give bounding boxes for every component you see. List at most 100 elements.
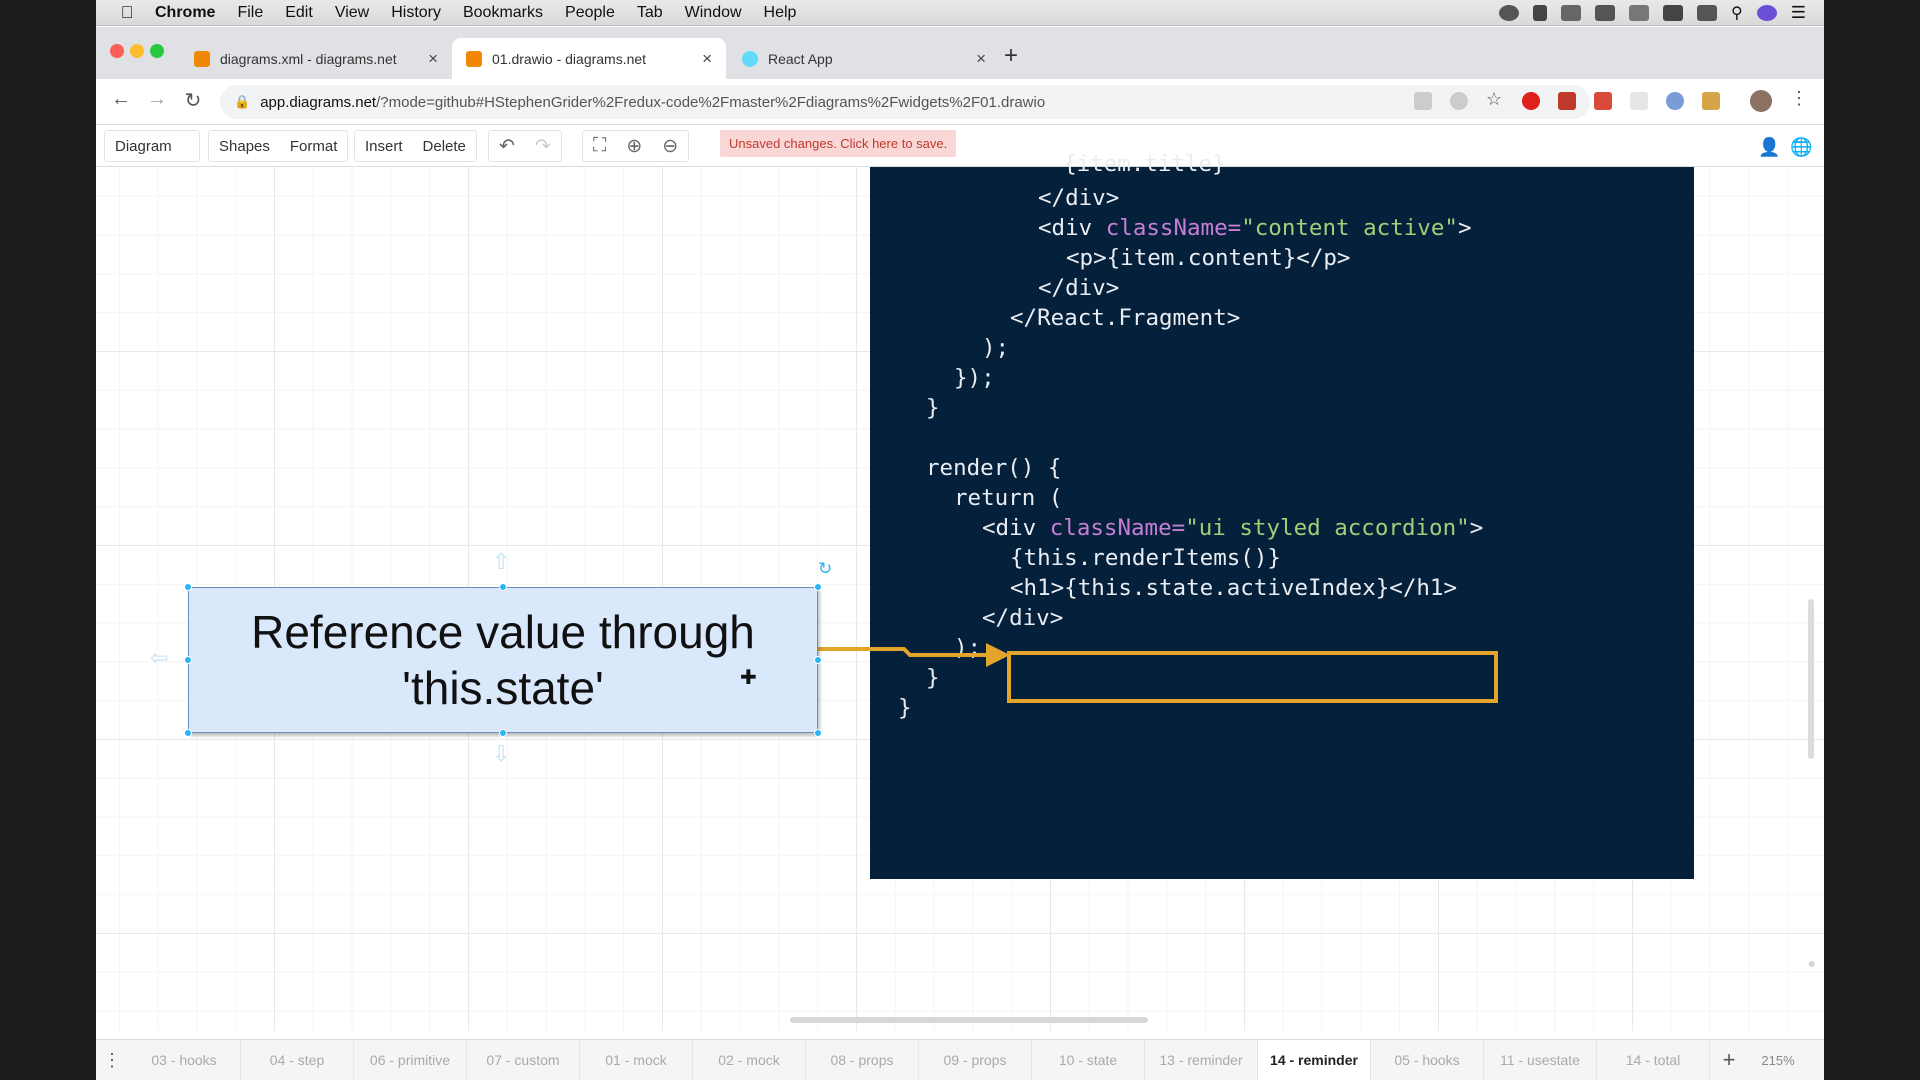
new-tab-button[interactable]: + (1004, 42, 1018, 70)
lock-icon[interactable]: 🔒 (234, 94, 250, 110)
user-icon[interactable]: 👤 (1758, 137, 1780, 158)
star-icon[interactable]: ☆ (1486, 89, 1504, 109)
undo-icon[interactable]: ↶ (499, 135, 515, 158)
notification-center-icon[interactable]: ☰ (1791, 3, 1806, 23)
page-tab[interactable]: 10 - state (1032, 1039, 1145, 1080)
shapes-button[interactable]: Shapes (219, 138, 270, 155)
zoom-out-icon[interactable]: ⊖ (662, 135, 678, 158)
zoom-level[interactable]: 215% (1748, 1053, 1808, 1068)
diagram-menu-group: Diagram (104, 130, 200, 162)
siri-icon[interactable] (1756, 5, 1777, 21)
status-app-icon[interactable] (1499, 5, 1520, 21)
page-tab[interactable]: 11 - usestate (1484, 1039, 1597, 1080)
vertical-scrollbar[interactable] (1808, 599, 1814, 759)
delete-button[interactable]: Delete (423, 138, 466, 155)
cursor-icon[interactable] (1533, 5, 1548, 21)
menu-app-name[interactable]: Chrome (144, 4, 226, 22)
tab-react-app[interactable]: React App × (728, 38, 1000, 79)
reference-value-label-box[interactable]: Reference value through 'this.state' (188, 587, 818, 733)
page-tab[interactable]: 13 - reminder (1145, 1039, 1258, 1080)
page-tab[interactable]: 01 - mock (580, 1039, 693, 1080)
tab-close-icon[interactable]: × (702, 49, 712, 69)
code-line: } (926, 395, 940, 421)
unsaved-changes-banner[interactable]: Unsaved changes. Click here to save. (720, 130, 957, 157)
insert-button[interactable]: Insert (365, 138, 403, 155)
page-tab[interactable]: 07 - custom (467, 1039, 580, 1080)
glasses-icon[interactable] (1561, 5, 1582, 21)
resize-handle[interactable] (814, 583, 822, 591)
menu-help[interactable]: Help (753, 4, 808, 22)
resize-handle[interactable] (499, 729, 507, 737)
display-icon[interactable] (1629, 5, 1650, 21)
extension-gold-icon[interactable] (1702, 92, 1720, 110)
resize-handle[interactable] (814, 729, 822, 737)
fit-page-icon[interactable]: ⛶ (593, 135, 606, 157)
window-minimize-button[interactable] (130, 44, 144, 58)
menu-tab[interactable]: Tab (626, 4, 674, 22)
code-image[interactable]: {item.title} </div> <div className="cont… (870, 151, 1694, 879)
menu-people[interactable]: People (554, 4, 626, 22)
language-globe-icon[interactable]: 🌐 (1790, 137, 1812, 158)
opera-extension-icon[interactable] (1522, 92, 1540, 110)
clone-arrow-up-icon[interactable]: ⇧ (492, 549, 510, 575)
resize-handle[interactable] (184, 583, 192, 591)
cloud-icon[interactable] (1595, 5, 1616, 21)
window-zoom-button[interactable] (150, 44, 164, 58)
add-bookmark-icon[interactable] (1450, 92, 1468, 110)
forward-button[interactable]: → (144, 88, 170, 111)
extension-red-icon[interactable] (1594, 92, 1612, 110)
window-close-button[interactable] (110, 44, 124, 58)
page-tab[interactable]: 14 - total (1597, 1039, 1710, 1080)
chrome-menu-icon[interactable]: ⋮ (1786, 88, 1812, 109)
pages-menu-icon[interactable]: ⋮ (96, 1050, 128, 1071)
back-button[interactable]: ← (108, 88, 134, 111)
extension-blank-icon[interactable] (1630, 92, 1648, 110)
page-tab[interactable]: 08 - props (806, 1039, 919, 1080)
page-tab[interactable]: 04 - step (241, 1039, 354, 1080)
clone-arrow-left-icon[interactable]: ⇦ (150, 645, 168, 671)
diagram-menu-button[interactable]: Diagram (115, 138, 172, 155)
extension-blue-icon[interactable] (1666, 92, 1684, 110)
page-tab[interactable]: 02 - mock (693, 1039, 806, 1080)
resize-handle[interactable] (499, 583, 507, 591)
horizontal-scrollbar[interactable] (790, 1017, 1148, 1023)
diagram-canvas[interactable]: {item.title} </div> <div className="cont… (96, 151, 1824, 1031)
shape-text-line: Reference value through (251, 606, 755, 658)
wifi-icon[interactable] (1663, 5, 1684, 21)
resize-handle[interactable] (184, 729, 192, 737)
spotlight-search-icon[interactable]: ⚲ (1731, 3, 1743, 23)
page-tab[interactable]: 09 - props (919, 1039, 1032, 1080)
tab-close-icon[interactable]: × (976, 49, 986, 69)
format-button[interactable]: Format (290, 138, 338, 155)
zoom-in-icon[interactable]: ⊕ (626, 135, 642, 158)
address-bar[interactable]: 🔒 app.diagrams.net /?mode=github#HStephe… (220, 85, 1590, 119)
tab-close-icon[interactable]: × (428, 49, 438, 69)
clone-arrow-down-icon[interactable]: ⇩ (492, 741, 510, 767)
menu-history[interactable]: History (380, 4, 452, 22)
apple-menu-icon[interactable]:  (110, 3, 144, 23)
redo-icon[interactable]: ↷ (535, 135, 551, 158)
connector-arrow[interactable] (818, 637, 1018, 677)
rotate-handle-icon[interactable]: ↻ (818, 559, 832, 579)
add-page-button[interactable]: + (1710, 1047, 1748, 1073)
resize-handle[interactable] (184, 656, 192, 664)
menu-view[interactable]: View (324, 4, 380, 22)
page-tab[interactable]: 05 - hooks (1371, 1039, 1484, 1080)
extension-badge-icon[interactable] (1558, 92, 1576, 110)
code-line: {this.renderItems()} (1010, 545, 1281, 571)
menu-window[interactable]: Window (674, 4, 753, 22)
page-tab[interactable]: 06 - primitive (354, 1039, 467, 1080)
tab-diagrams-xml[interactable]: diagrams.xml - diagrams.net × (180, 38, 452, 79)
reload-button[interactable]: ↻ (180, 88, 206, 113)
resize-handle[interactable] (814, 656, 822, 664)
battery-icon[interactable] (1697, 5, 1718, 21)
menu-file[interactable]: File (226, 4, 274, 22)
cast-icon[interactable] (1414, 92, 1432, 110)
menu-bookmarks[interactable]: Bookmarks (452, 4, 554, 22)
page-tab[interactable]: 03 - hooks (128, 1039, 241, 1080)
highlight-rectangle[interactable] (1007, 651, 1498, 703)
menu-edit[interactable]: Edit (274, 4, 324, 22)
tab-01-drawio[interactable]: 01.drawio - diagrams.net × (452, 38, 726, 79)
profile-avatar[interactable] (1750, 90, 1772, 112)
page-tab-active[interactable]: 14 - reminder (1258, 1039, 1371, 1080)
